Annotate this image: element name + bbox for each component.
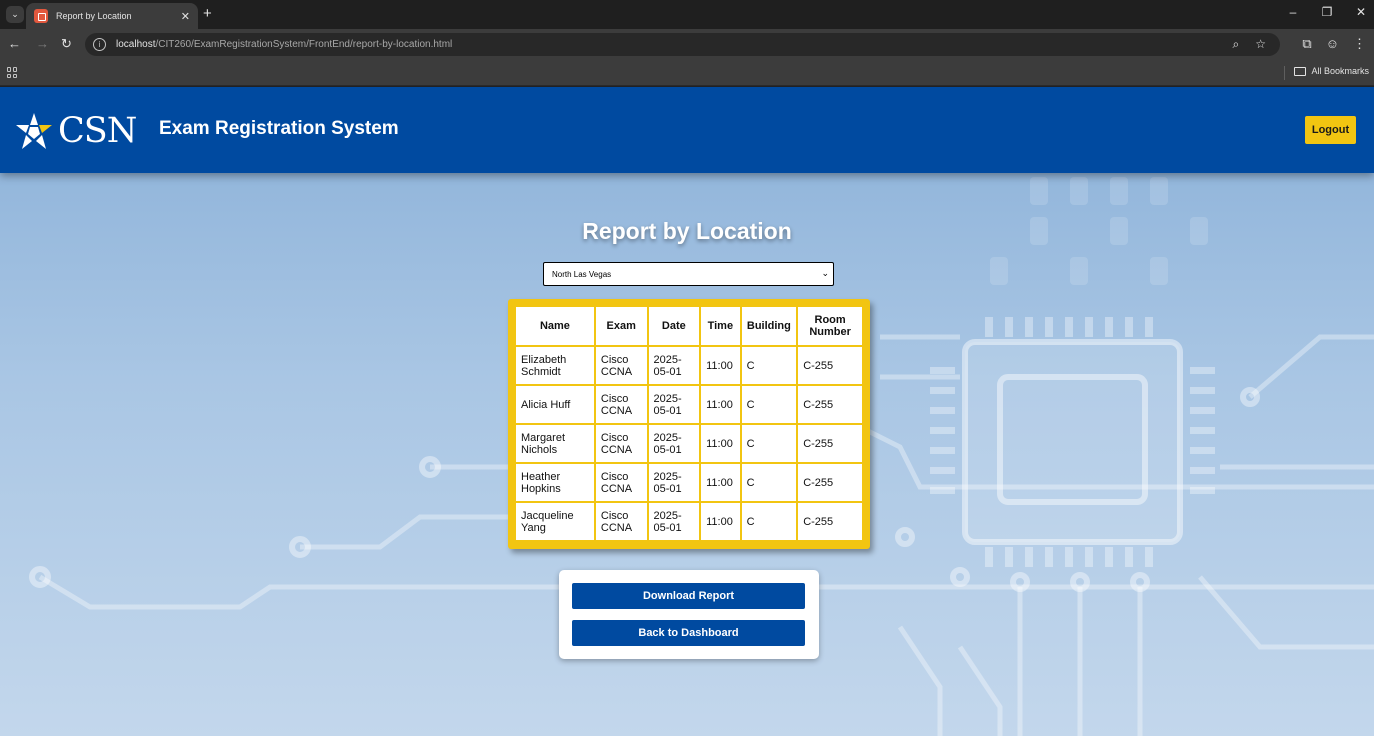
cell-building: C: [741, 347, 797, 384]
cell-room-number: C-255: [798, 464, 862, 501]
page-title: Report by Location: [582, 218, 792, 244]
report-table: Name Exam Date Time Building Room Number…: [514, 305, 864, 542]
cell-name: Jacqueline Yang: [516, 503, 594, 540]
zoom-icon[interactable]: ⌕: [1233, 37, 1240, 52]
cell-time: 11:00: [701, 503, 740, 540]
menu-kebab-icon[interactable]: ⋮: [1353, 36, 1366, 52]
back-to-dashboard-button[interactable]: Back to Dashboard: [572, 620, 805, 646]
browser-tab-active[interactable]: Report by Location ✕: [26, 3, 198, 29]
csn-logo: CSN: [12, 109, 137, 153]
download-report-button[interactable]: Download Report: [572, 583, 805, 609]
chevron-down-icon: ⌄: [821, 268, 829, 278]
tab-close-icon[interactable]: ✕: [181, 10, 190, 23]
profile-icon[interactable]: ☺: [1326, 36, 1339, 52]
cell-date: 2025-05-01: [648, 464, 700, 501]
toolbar-right: ⧉ ☺ ⋮: [1302, 36, 1366, 52]
favicon-icon: [34, 9, 48, 23]
table-row: Heather Hopkins Cisco CCNA 2025-05-01 11…: [516, 464, 862, 501]
new-tab-icon[interactable]: +: [203, 6, 212, 21]
cell-room-number: C-255: [798, 425, 862, 462]
cell-exam: Cisco CCNA: [595, 347, 647, 384]
cell-name: Margaret Nichols: [516, 425, 594, 462]
cell-date: 2025-05-01: [648, 386, 700, 423]
cell-date: 2025-05-01: [648, 425, 700, 462]
column-header-time: Time: [701, 307, 740, 345]
table-row: Elizabeth Schmidt Cisco CCNA 2025-05-01 …: [516, 347, 862, 384]
table-row: Alicia Huff Cisco CCNA 2025-05-01 11:00 …: [516, 386, 862, 423]
column-header-name: Name: [516, 307, 594, 345]
column-header-room-number: Room Number: [798, 307, 862, 345]
column-header-building: Building: [741, 307, 797, 345]
cell-room-number: C-255: [798, 347, 862, 384]
back-arrow-icon[interactable]: ←: [8, 36, 21, 52]
table-header-row: Name Exam Date Time Building Room Number: [516, 307, 862, 345]
column-header-exam: Exam: [595, 307, 647, 345]
cell-time: 11:00: [701, 347, 740, 384]
table-row: Margaret Nichols Cisco CCNA 2025-05-01 1…: [516, 425, 862, 462]
cell-name: Elizabeth Schmidt: [516, 347, 594, 384]
site-info-icon[interactable]: i: [93, 38, 106, 51]
all-bookmarks-label: All Bookmarks: [1311, 66, 1369, 76]
cell-exam: Cisco CCNA: [595, 503, 647, 540]
reload-icon[interactable]: ↻: [61, 36, 72, 52]
browser-toolbar: ← → ↻ i localhost/CIT260/ExamRegistratio…: [0, 29, 1374, 60]
cell-date: 2025-05-01: [648, 503, 700, 540]
forward-arrow-icon[interactable]: →: [36, 36, 49, 52]
location-select-value: North Las Vegas: [552, 269, 612, 279]
cell-exam: Cisco CCNA: [595, 386, 647, 423]
cell-building: C: [741, 464, 797, 501]
cell-date: 2025-05-01: [648, 347, 700, 384]
column-header-date: Date: [648, 307, 700, 345]
actions-card: Download Report Back to Dashboard: [559, 570, 819, 659]
site-header: CSN Exam Registration System Logout: [0, 87, 1374, 173]
cell-exam: Cisco CCNA: [595, 425, 647, 462]
logo-text: CSN: [58, 111, 137, 151]
csn-star-icon: [16, 113, 52, 149]
cell-room-number: C-255: [798, 386, 862, 423]
tab-search-chevron-icon[interactable]: ⌄: [6, 6, 24, 23]
cell-name: Alicia Huff: [516, 386, 594, 423]
cell-name: Heather Hopkins: [516, 464, 594, 501]
close-window-icon[interactable]: ✕: [1354, 5, 1368, 19]
cell-time: 11:00: [701, 425, 740, 462]
address-bar[interactable]: i localhost/CIT260/ExamRegistrationSyste…: [85, 33, 1280, 56]
browser-tabstrip: ⌄ Report by Location ✕ + – ❐ ✕: [0, 0, 1374, 29]
cell-exam: Cisco CCNA: [595, 464, 647, 501]
cell-building: C: [741, 425, 797, 462]
report-table-frame: Name Exam Date Time Building Room Number…: [508, 299, 870, 549]
apps-grid-icon[interactable]: [7, 67, 18, 78]
cell-time: 11:00: [701, 464, 740, 501]
restore-icon[interactable]: ❐: [1320, 5, 1334, 19]
minimize-icon[interactable]: –: [1286, 5, 1300, 19]
folder-icon: [1294, 66, 1307, 76]
cell-building: C: [741, 386, 797, 423]
location-select[interactable]: North Las Vegas ⌄: [543, 262, 834, 286]
cell-time: 11:00: [701, 386, 740, 423]
extensions-icon[interactable]: ⧉: [1302, 36, 1311, 52]
table-row: Jacqueline Yang Cisco CCNA 2025-05-01 11…: [516, 503, 862, 540]
tab-title: Report by Location: [56, 11, 132, 21]
cell-room-number: C-255: [798, 503, 862, 540]
url-text: localhost/CIT260/ExamRegistrationSystem/…: [116, 39, 453, 50]
cell-building: C: [741, 503, 797, 540]
bookmarks-divider: [1284, 66, 1285, 80]
window-controls: – ❐ ✕: [1286, 5, 1368, 19]
page-viewport: CSN Exam Registration System Logout Repo…: [0, 87, 1374, 736]
all-bookmarks-button[interactable]: All Bookmarks: [1294, 66, 1369, 76]
bookmarks-bar: All Bookmarks: [0, 60, 1374, 86]
bookmark-star-icon[interactable]: ☆: [1255, 37, 1266, 52]
logout-button[interactable]: Logout: [1305, 116, 1356, 144]
site-title: Exam Registration System: [159, 118, 399, 139]
